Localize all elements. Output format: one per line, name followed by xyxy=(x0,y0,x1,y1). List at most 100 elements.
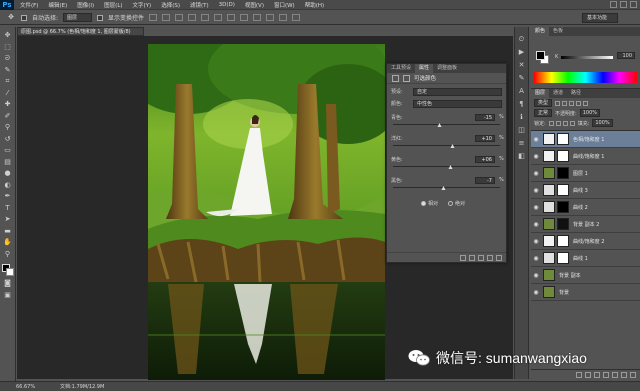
layer-visibility-eye-icon[interactable]: ◉ xyxy=(531,153,541,160)
layer-thumbnail[interactable] xyxy=(543,252,555,264)
distribute-left-icon[interactable] xyxy=(266,14,275,21)
auto-select-dropdown[interactable]: 图层 xyxy=(63,13,93,22)
background-color-swatch[interactable] xyxy=(5,268,14,276)
gradient-icon[interactable]: ▤ xyxy=(3,158,13,167)
distribute-bottom-icon[interactable] xyxy=(253,14,262,21)
link-layers-icon[interactable] xyxy=(576,371,582,378)
lock-all-icon[interactable] xyxy=(569,120,575,126)
black-slider-track[interactable] xyxy=(393,187,500,188)
menu-edit[interactable]: 编辑(E) xyxy=(48,1,67,9)
menu-filter[interactable]: 滤镜(T) xyxy=(190,1,209,9)
tab-swatches[interactable]: 色板 xyxy=(549,27,567,36)
delete-adjustment-icon[interactable] xyxy=(496,254,502,261)
shape-filter-icon[interactable] xyxy=(576,100,582,106)
blend-mode-dropdown[interactable]: 正常 xyxy=(534,109,553,117)
layer-visibility-eye-icon[interactable]: ◉ xyxy=(531,289,541,296)
layer-visibility-eye-icon[interactable]: ◉ xyxy=(531,204,541,211)
yellow-slider-track[interactable] xyxy=(393,166,500,167)
yellow-slider-thumb[interactable] xyxy=(448,165,453,169)
reset-icon[interactable] xyxy=(478,254,484,261)
layer-mask-thumbnail[interactable] xyxy=(557,150,569,162)
menu-3d[interactable]: 3D(D) xyxy=(219,2,235,8)
adjustment-filter-icon[interactable] xyxy=(562,100,568,106)
k-value-input[interactable]: 100 xyxy=(617,52,635,59)
distribute-hcenter-icon[interactable] xyxy=(279,14,288,21)
cyan-slider-thumb[interactable] xyxy=(437,123,442,127)
layer-mask-thumbnail[interactable] xyxy=(557,167,569,179)
document-canvas-image[interactable] xyxy=(148,44,385,380)
layer-row[interactable]: ◉ 背景 副本 2 xyxy=(531,216,640,233)
align-bottom-icon[interactable] xyxy=(175,14,184,21)
align-right-icon[interactable] xyxy=(214,14,223,21)
cyan-slider-track[interactable] xyxy=(393,124,500,125)
layer-visibility-eye-icon[interactable]: ◉ xyxy=(531,136,541,143)
tab-channels[interactable]: 通道 xyxy=(549,89,567,98)
layer-thumbnail[interactable] xyxy=(543,201,555,213)
lock-position-icon[interactable] xyxy=(562,120,568,126)
zoom-level[interactable]: 66.67% xyxy=(0,384,40,390)
layer-visibility-eye-icon[interactable]: ◉ xyxy=(531,170,541,177)
absolute-radio-dot[interactable] xyxy=(448,201,454,206)
k-slider[interactable] xyxy=(561,56,613,59)
layer-visibility-eye-icon[interactable]: ◉ xyxy=(531,238,541,245)
tab-properties[interactable]: 属性 xyxy=(415,64,434,73)
layer-thumbnail[interactable] xyxy=(543,167,555,179)
layer-row[interactable]: ◉ 色相/饱和度 1 xyxy=(531,131,640,148)
relative-radio-dot[interactable] xyxy=(421,201,426,206)
close-icon[interactable] xyxy=(630,1,637,8)
workspace-dropdown[interactable]: 基本功能 xyxy=(581,13,618,23)
new-adjustment-icon[interactable] xyxy=(603,371,609,378)
smart-object-filter-icon[interactable] xyxy=(583,100,589,106)
align-top-icon[interactable] xyxy=(149,14,158,21)
layer-row[interactable]: ◉ 背景 xyxy=(531,284,640,301)
transform-controls-checkbox[interactable] xyxy=(97,14,104,21)
layer-row[interactable]: ◉ 曲线/饱和度 2 xyxy=(531,233,640,250)
magenta-slider-track[interactable] xyxy=(393,145,500,146)
shape-icon[interactable]: ▬ xyxy=(3,227,13,236)
distribute-vcenter-icon[interactable] xyxy=(240,14,249,21)
menu-help[interactable]: 帮助(H) xyxy=(305,1,324,9)
layer-thumbnail[interactable] xyxy=(543,184,555,196)
view-previous-icon[interactable] xyxy=(469,254,475,261)
layer-row[interactable]: ◉ 曲线 2 xyxy=(531,199,640,216)
document-tab[interactable]: 原图.psd @ 66.7% (色相/饱和度 1, 图层蒙版/8) xyxy=(17,27,144,36)
eyedropper-icon[interactable]: ⁄ xyxy=(3,89,13,98)
marquee-icon[interactable]: ⬚ xyxy=(3,43,13,52)
tab-paths[interactable]: 路径 xyxy=(567,89,585,98)
hand-icon[interactable]: ✋ xyxy=(3,238,13,247)
absolute-radio[interactable]: 绝对 xyxy=(448,200,465,207)
layer-row[interactable]: ◉ 背景 副本 xyxy=(531,267,640,284)
type-icon[interactable]: T xyxy=(3,204,13,213)
align-left-icon[interactable] xyxy=(188,14,197,21)
layer-row[interactable]: ◉ 曲线 3 xyxy=(531,182,640,199)
add-mask-icon[interactable] xyxy=(594,371,600,378)
lock-transparency-icon[interactable] xyxy=(548,120,554,126)
layer-mask-thumbnail[interactable] xyxy=(557,218,569,230)
layer-row[interactable]: ◉ 曲线 1 xyxy=(531,250,640,267)
actions-icon[interactable]: ▶ xyxy=(517,48,526,56)
menu-view[interactable]: 视图(V) xyxy=(245,1,264,9)
pixel-filter-icon[interactable] xyxy=(555,100,561,106)
screen-mode-icon[interactable]: ▣ xyxy=(3,291,13,300)
visibility-icon[interactable] xyxy=(487,254,493,261)
layer-mask-thumbnail[interactable] xyxy=(557,201,569,213)
new-layer-icon[interactable] xyxy=(621,371,627,378)
tab-layers[interactable]: 图层 xyxy=(531,89,550,98)
lasso-icon[interactable]: ᘐ xyxy=(3,54,13,63)
layer-mask-thumbnail[interactable] xyxy=(557,252,569,264)
layer-mask-thumbnail[interactable] xyxy=(557,133,569,145)
black-value-input[interactable]: -7 xyxy=(475,177,495,184)
tools-options-icon[interactable]: ✕ xyxy=(517,61,526,69)
maximize-icon[interactable] xyxy=(620,1,627,8)
black-slider-thumb[interactable] xyxy=(441,186,446,190)
distribute-top-icon[interactable] xyxy=(227,14,236,21)
zoom-icon[interactable]: ⚲ xyxy=(3,250,13,259)
layer-thumbnail[interactable] xyxy=(543,150,555,162)
layer-mask-icon[interactable] xyxy=(403,74,410,82)
brush-icon[interactable]: ✐ xyxy=(3,112,13,121)
path-select-icon[interactable]: ➤ xyxy=(3,215,13,224)
layer-visibility-eye-icon[interactable]: ◉ xyxy=(531,187,541,194)
align-vcenter-icon[interactable] xyxy=(162,14,171,21)
clone-stamp-icon[interactable]: ⚲ xyxy=(3,123,13,132)
new-group-icon[interactable] xyxy=(612,371,618,378)
